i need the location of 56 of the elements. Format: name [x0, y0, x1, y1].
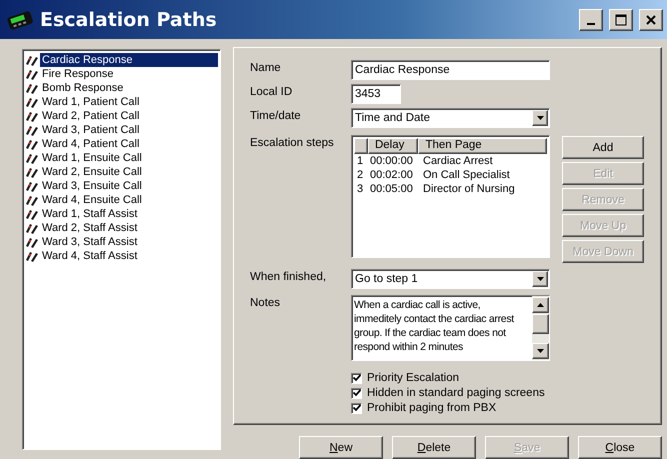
- dialog-button[interactable]: Close: [578, 436, 662, 459]
- table-cell-text: 1: [356, 154, 364, 168]
- list-item[interactable]: Ward 3, Staff Assist: [40, 235, 140, 249]
- table-cell-text: 00:00:00: [369, 154, 414, 168]
- list-item[interactable]: Ward 3, Patient Call: [40, 123, 142, 137]
- window-title: Escalation Paths: [40, 8, 218, 30]
- table-cell-text: 00:05:00: [369, 182, 414, 196]
- maximize-button[interactable]: [609, 8, 633, 30]
- field-label: Escalation steps: [250, 136, 335, 151]
- checkbox-label: Hidden in standard paging screens: [367, 387, 545, 399]
- checkbox-label: Prohibit paging from PBX: [367, 402, 496, 414]
- list-item[interactable]: Ward 3, Ensuite Call: [40, 179, 144, 193]
- list-item[interactable]: Ward 1, Ensuite Call: [40, 151, 144, 165]
- list-item[interactable]: Ward 1, Patient Call: [40, 95, 142, 109]
- field-label: When finished,: [250, 270, 328, 285]
- minimize-button[interactable]: [579, 8, 603, 30]
- checkbox[interactable]: [351, 372, 362, 384]
- name-field[interactable]: Cardiac Response: [351, 60, 550, 80]
- minimize-icon: [587, 22, 595, 24]
- checkbox-label: Priority Escalation: [367, 372, 460, 384]
- table-cell-text: On Call Specialist: [422, 168, 511, 182]
- column-header[interactable]: Then Page: [418, 138, 548, 154]
- list-item[interactable]: Bomb Response: [40, 81, 126, 95]
- when-finished-dropdown[interactable]: Go to step 1: [351, 269, 550, 289]
- checkbox[interactable]: [351, 402, 362, 414]
- close-button[interactable]: [639, 8, 663, 30]
- local-id-field[interactable]: 3453: [351, 84, 401, 104]
- time-date-dropdown[interactable]: Time and Date: [351, 108, 550, 128]
- column-header[interactable]: Delay: [368, 138, 418, 154]
- checkbox[interactable]: [351, 388, 362, 398]
- maximize-icon: [615, 14, 627, 26]
- field-label: Name: [250, 61, 282, 76]
- list-item[interactable]: Ward 1, Staff Assist: [40, 207, 140, 221]
- table-cell-text: Cardiac Arrest: [422, 154, 494, 168]
- table-cell-text: 2: [356, 168, 364, 182]
- close-icon: [645, 14, 657, 26]
- list-item[interactable]: Ward 2, Staff Assist: [40, 221, 140, 235]
- list-item[interactable]: Ward 4, Staff Assist: [40, 249, 140, 263]
- list-item[interactable]: Ward 4, Patient Call: [40, 137, 142, 151]
- table-cell-text: Director of Nursing: [422, 182, 516, 196]
- table-cell-text: 3: [356, 182, 364, 196]
- table-cell-text: 00:02:00: [369, 168, 414, 182]
- field-label: Local ID: [250, 85, 294, 100]
- dialog-button[interactable]: New: [299, 436, 383, 459]
- list-item[interactable]: Ward 2, Patient Call: [40, 109, 142, 123]
- down-arrow-icon: [536, 277, 544, 281]
- list-item[interactable]: Cardiac Response: [40, 53, 218, 67]
- list-item[interactable]: Ward 4, Ensuite Call: [40, 193, 144, 207]
- column-header: [354, 138, 368, 154]
- field-label: Notes: [250, 296, 282, 311]
- field-label: Time/date: [250, 109, 302, 124]
- step-button[interactable]: Add: [562, 136, 644, 159]
- list-item[interactable]: Ward 2, Ensuite Call: [40, 165, 144, 179]
- down-arrow-icon: [536, 116, 544, 120]
- dialog-button[interactable]: Delete: [392, 436, 476, 459]
- list-item[interactable]: Fire Response: [40, 67, 116, 81]
